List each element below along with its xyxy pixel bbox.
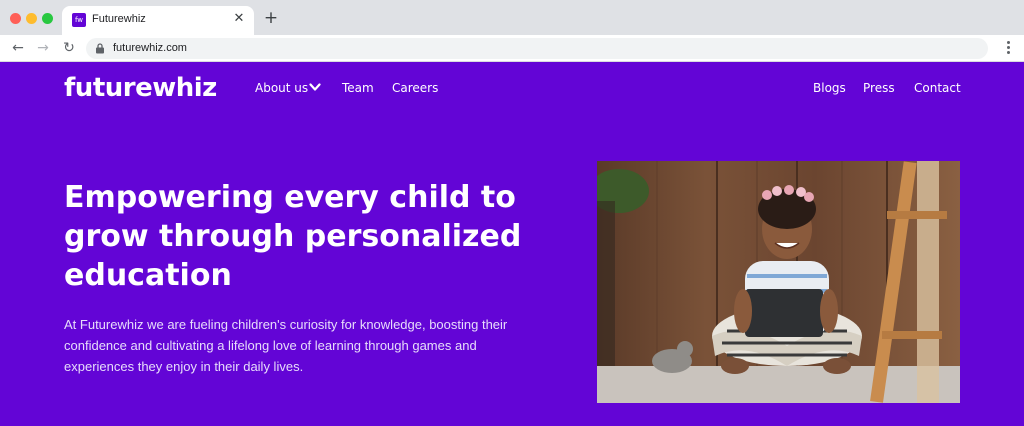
window-minimize-dot[interactable] xyxy=(26,13,37,24)
nav-team[interactable]: Team xyxy=(342,81,374,95)
browser-tab-bar: fw Futurewhiz ✕ + xyxy=(0,0,1024,35)
hero-photo xyxy=(597,161,960,403)
hero-headline: Empowering every child to grow through p… xyxy=(64,180,522,293)
browser-tab[interactable]: fw Futurewhiz ✕ xyxy=(62,6,254,35)
site-logo[interactable]: futurewhiz xyxy=(64,73,217,103)
reload-icon[interactable]: ↻ xyxy=(60,39,78,57)
url-text: futurewhiz.com xyxy=(113,42,187,54)
chevron-down-icon[interactable] xyxy=(309,83,321,92)
nav-about-us[interactable]: About us xyxy=(255,81,308,95)
nav-press[interactable]: Press xyxy=(863,81,895,95)
back-arrow-icon[interactable]: ← xyxy=(9,39,27,57)
browser-toolbar: ← → ↻ futurewhiz.com xyxy=(0,35,1024,62)
plus-icon[interactable]: + xyxy=(262,9,280,27)
forward-arrow-icon[interactable]: → xyxy=(34,39,52,57)
hero-subtext: At Futurewhiz we are fueling children's … xyxy=(64,317,508,374)
favicon-icon: fw xyxy=(72,13,86,27)
close-icon[interactable]: ✕ xyxy=(231,11,247,27)
tab-title: Futurewhiz xyxy=(92,13,146,25)
window-close-dot[interactable] xyxy=(10,13,21,24)
lock-icon xyxy=(96,43,104,54)
nav-blogs[interactable]: Blogs xyxy=(813,81,846,95)
kebab-menu-icon[interactable] xyxy=(1004,39,1012,57)
window-maximize-dot[interactable] xyxy=(42,13,53,24)
nav-careers[interactable]: Careers xyxy=(392,81,438,95)
nav-contact[interactable]: Contact xyxy=(914,81,961,95)
address-bar[interactable]: futurewhiz.com xyxy=(86,38,988,59)
